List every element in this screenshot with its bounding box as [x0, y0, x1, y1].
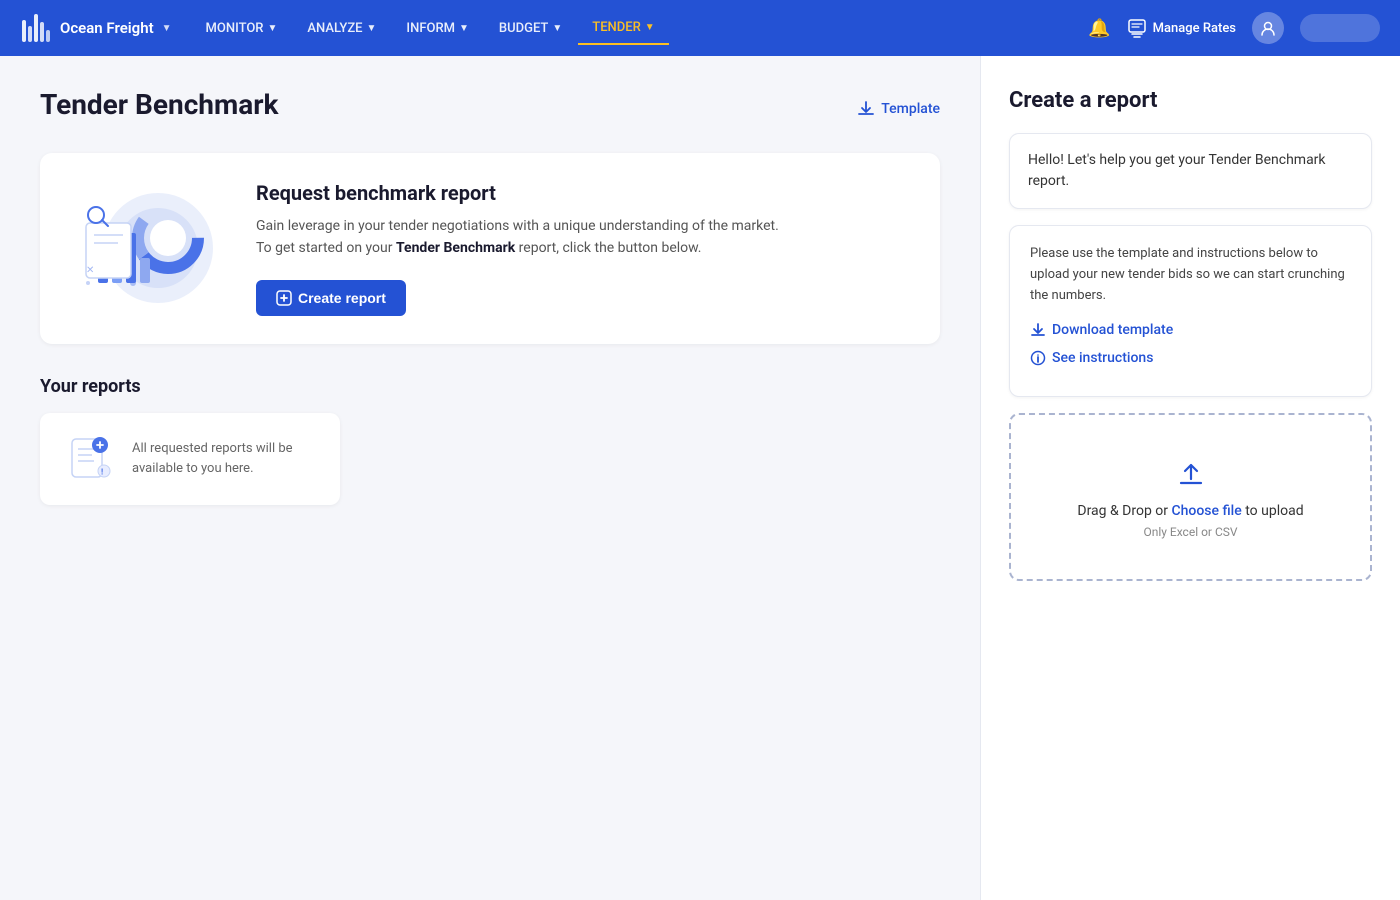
- nav-logo-chevron: ▼: [162, 23, 172, 34]
- manage-rates-label: Manage Rates: [1153, 21, 1236, 36]
- benchmark-content: Request benchmark report Gain leverage i…: [256, 181, 912, 316]
- empty-reports-icon: !: [64, 433, 116, 485]
- manage-rates-button[interactable]: Manage Rates: [1127, 18, 1236, 38]
- instructions-text: Please use the template and instructions…: [1030, 244, 1351, 306]
- see-instructions-label: See instructions: [1052, 350, 1153, 366]
- your-reports-title: Your reports: [40, 376, 940, 397]
- template-link[interactable]: Template: [857, 100, 940, 118]
- nav-item-inform[interactable]: INFORM ▼: [392, 13, 482, 44]
- upload-text: Drag & Drop or Choose file to upload: [1031, 503, 1350, 519]
- navbar: Ocean Freight ▼ MONITOR ▼ ANALYZE ▼ INFO…: [0, 0, 1400, 56]
- upload-drag-text: Drag & Drop or: [1077, 503, 1171, 519]
- nav-item-budget-label: BUDGET: [499, 21, 548, 36]
- benchmark-card: ✕ Request benchmark report Gain leverage…: [40, 153, 940, 344]
- nav-budget-chevron: ▼: [552, 23, 562, 34]
- benchmark-desc-1: Gain leverage in your tender negotiation…: [256, 218, 779, 234]
- nav-tender-chevron: ▼: [645, 22, 655, 33]
- download-icon: [1030, 322, 1046, 338]
- nav-item-monitor-label: MONITOR: [206, 21, 264, 36]
- benchmark-illustration: ✕: [68, 183, 228, 313]
- right-panel: Create a report Hello! Let's help you ge…: [980, 56, 1400, 900]
- nav-right: 🔔 Manage Rates: [1088, 12, 1380, 44]
- greeting-text: Hello! Let's help you get your Tender Be…: [1028, 152, 1326, 189]
- nav-item-budget[interactable]: BUDGET ▼: [485, 13, 576, 44]
- benchmark-desc-2: To get started on your: [256, 240, 396, 256]
- nav-item-inform-label: INFORM: [406, 21, 455, 36]
- choose-file-link[interactable]: Choose file: [1172, 503, 1242, 519]
- upload-dropzone[interactable]: Drag & Drop or Choose file to upload Onl…: [1009, 413, 1372, 581]
- notification-bell-icon[interactable]: 🔔: [1088, 18, 1110, 39]
- page-header: Tender Benchmark Template: [40, 88, 940, 129]
- nav-item-monitor[interactable]: MONITOR ▼: [192, 13, 292, 44]
- svg-text:!: !: [101, 467, 103, 476]
- nav-item-tender-label: TENDER: [592, 20, 641, 35]
- instructions-card: Please use the template and instructions…: [1009, 225, 1372, 397]
- user-name-pill[interactable]: [1300, 14, 1380, 42]
- upload-to-upload-text: to upload: [1242, 503, 1304, 519]
- template-download-icon: [857, 100, 875, 118]
- greeting-bubble: Hello! Let's help you get your Tender Be…: [1009, 133, 1372, 209]
- upload-icon: [1173, 455, 1209, 491]
- create-report-icon: [276, 290, 292, 306]
- left-panel: Tender Benchmark Template: [0, 56, 980, 900]
- user-avatar[interactable]: [1252, 12, 1284, 44]
- main-layout: Tender Benchmark Template: [0, 56, 1400, 900]
- benchmark-desc-3: report, click the button below.: [515, 240, 701, 256]
- nav-logo-text: Ocean Freight: [60, 19, 154, 37]
- download-template-link[interactable]: Download template: [1030, 322, 1351, 338]
- benchmark-desc-bold: Tender Benchmark: [396, 240, 515, 256]
- nav-item-analyze-label: ANALYZE: [307, 21, 362, 36]
- benchmark-card-title: Request benchmark report: [256, 181, 912, 205]
- benchmark-card-description: Gain leverage in your tender negotiation…: [256, 215, 912, 260]
- empty-reports-text: All requested reports will be available …: [132, 439, 316, 478]
- nav-logo[interactable]: Ocean Freight ▼: [20, 12, 172, 44]
- create-report-label: Create report: [298, 290, 386, 306]
- nav-item-analyze[interactable]: ANALYZE ▼: [293, 13, 390, 44]
- nav-analyze-chevron: ▼: [367, 23, 377, 34]
- svg-text:✕: ✕: [86, 265, 94, 276]
- nav-monitor-chevron: ▼: [267, 23, 277, 34]
- template-link-label: Template: [881, 101, 940, 117]
- create-report-button[interactable]: Create report: [256, 280, 406, 316]
- info-icon: [1030, 350, 1046, 366]
- empty-reports-card: ! All requested reports will be availabl…: [40, 413, 340, 505]
- download-template-label: Download template: [1052, 322, 1173, 338]
- upload-hint-text: Only Excel or CSV: [1031, 525, 1350, 539]
- manage-rates-icon: [1127, 18, 1147, 38]
- see-instructions-link[interactable]: See instructions: [1030, 350, 1351, 366]
- nav-item-tender[interactable]: TENDER ▼: [578, 12, 668, 45]
- nav-inform-chevron: ▼: [459, 23, 469, 34]
- nav-items: MONITOR ▼ ANALYZE ▼ INFORM ▼ BUDGET ▼ TE…: [192, 12, 1089, 45]
- create-report-title: Create a report: [1009, 88, 1372, 113]
- page-title: Tender Benchmark: [40, 88, 278, 121]
